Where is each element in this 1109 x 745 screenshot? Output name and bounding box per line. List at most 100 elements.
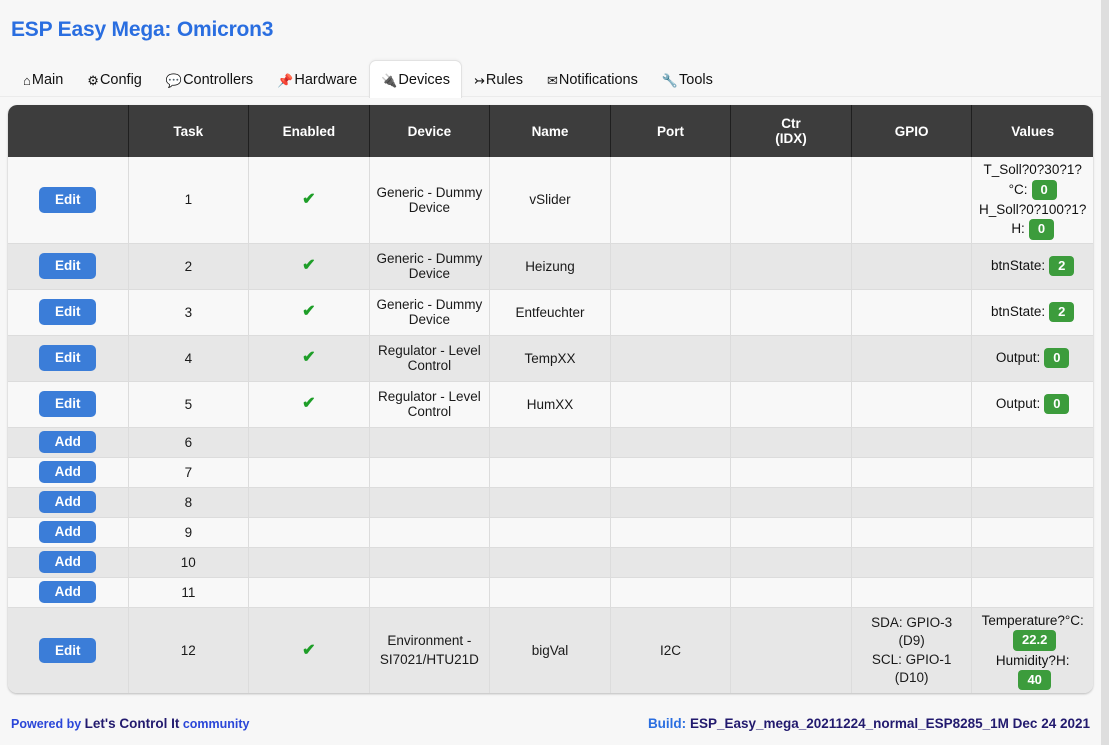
table-header-row: Task Enabled Device Name Port Ctr (IDX) … bbox=[8, 105, 1093, 158]
cell-enabled: ✔ bbox=[249, 607, 370, 694]
devices-table-head: Task Enabled Device Name Port Ctr (IDX) … bbox=[8, 105, 1093, 158]
table-row: Add 6 bbox=[8, 427, 1093, 458]
cell-ctr-idx bbox=[731, 289, 852, 336]
cell-enabled bbox=[249, 427, 370, 458]
cell-device bbox=[369, 577, 491, 608]
footer-build-value: ESP_Easy_mega_20211224_normal_ESP8285_1M… bbox=[689, 715, 1090, 731]
devices-table-body: Edit 1 ✔ Generic - Dummy Device vSlider T_Sol… bbox=[8, 157, 1093, 694]
cell-port bbox=[610, 289, 732, 336]
tab-label: Controllers bbox=[183, 72, 254, 89]
cell-name: HumXX bbox=[490, 381, 611, 428]
footer-brand-link[interactable]: Let's Control It bbox=[85, 716, 180, 731]
cell-device bbox=[369, 517, 491, 548]
add-task-button[interactable]: Add bbox=[39, 491, 97, 513]
cell-name bbox=[490, 427, 611, 458]
edit-task-button[interactable]: Edit bbox=[39, 391, 97, 417]
add-task-button[interactable]: Add bbox=[39, 551, 97, 573]
value-entry: Output: 0 bbox=[978, 348, 1087, 369]
table-row: Add 10 bbox=[8, 547, 1093, 578]
check-icon: ✔ bbox=[302, 190, 316, 208]
tab-notifications[interactable]: ✉ Notifications bbox=[535, 65, 650, 97]
home-icon: ⌂ bbox=[23, 72, 31, 88]
cell-gpio: SDA: GPIO-3 (D9) SCL: GPIO-1 (D10) bbox=[851, 607, 973, 694]
cell-action: Edit bbox=[8, 335, 129, 382]
cell-ctr-idx bbox=[731, 487, 852, 518]
edit-task-button[interactable]: Edit bbox=[39, 345, 97, 371]
tab-label: Rules bbox=[485, 72, 523, 89]
cell-name: Heizung bbox=[490, 243, 611, 290]
cell-device bbox=[369, 427, 491, 458]
cell-name: TempXX bbox=[490, 335, 611, 382]
col-header-ctr-line2: (IDX) bbox=[775, 131, 807, 147]
cell-enabled: ✔ bbox=[249, 243, 370, 290]
tab-label: Notifications bbox=[558, 72, 638, 89]
cell-port: I2C bbox=[610, 607, 732, 694]
cell-action: Edit bbox=[8, 157, 129, 244]
tab-controllers[interactable]: 💬 Controllers bbox=[154, 65, 265, 97]
cell-port bbox=[610, 335, 732, 382]
value-entry: H_Soll?0?100?1?H: 0 bbox=[978, 200, 1087, 240]
col-header-ctr-idx: Ctr (IDX) bbox=[731, 105, 852, 158]
speech-bubble-icon: 💬 bbox=[165, 72, 183, 88]
check-icon: ✔ bbox=[302, 395, 316, 413]
cell-values: Output: 0 bbox=[972, 381, 1093, 428]
cell-gpio-line1: SDA: GPIO-3 (D9) bbox=[871, 615, 953, 649]
edit-task-button[interactable]: Edit bbox=[39, 299, 97, 325]
cell-action: Edit bbox=[8, 243, 129, 290]
tab-label: Main bbox=[31, 72, 64, 89]
value-entry: Humidity?H: 40 bbox=[978, 651, 1087, 691]
check-icon: ✔ bbox=[302, 303, 316, 321]
add-task-button[interactable]: Add bbox=[39, 581, 97, 603]
table-row: Edit 2 ✔ Generic - Dummy Device Heizung btnSt… bbox=[8, 243, 1093, 290]
cell-task-number: 7 bbox=[128, 457, 250, 488]
cell-action: Add bbox=[8, 427, 129, 458]
cell-task-number: 6 bbox=[128, 427, 250, 458]
add-task-button[interactable]: Add bbox=[39, 521, 97, 543]
add-task-button[interactable]: Add bbox=[39, 431, 97, 453]
cell-ctr-idx bbox=[731, 607, 852, 694]
cell-task-number: 4 bbox=[128, 335, 250, 382]
cell-gpio bbox=[851, 427, 973, 458]
cell-port bbox=[610, 547, 732, 578]
tab-rules[interactable]: ↣ Rules bbox=[462, 65, 535, 97]
tab-hardware[interactable]: 📌 Hardware bbox=[265, 65, 369, 97]
cell-values: btnState: 2 bbox=[972, 243, 1093, 290]
edit-task-button[interactable]: Edit bbox=[39, 253, 97, 279]
value-label: Output: bbox=[995, 350, 1041, 366]
cell-port bbox=[610, 243, 732, 290]
cell-action: Edit bbox=[8, 381, 129, 428]
cell-gpio bbox=[851, 157, 973, 244]
check-icon: ✔ bbox=[302, 257, 316, 275]
tab-devices[interactable]: 🔌 Devices bbox=[369, 60, 462, 99]
cell-port bbox=[610, 517, 732, 548]
check-icon: ✔ bbox=[302, 641, 316, 659]
cell-name bbox=[490, 547, 611, 578]
cell-action: Add bbox=[8, 577, 129, 608]
tab-label: Tools bbox=[679, 72, 713, 89]
cell-ctr-idx bbox=[731, 577, 852, 608]
tab-main[interactable]: ⌂ Main bbox=[11, 65, 75, 97]
cell-device: Environment - SI7021/HTU21D bbox=[369, 607, 491, 694]
value-badge: 0 bbox=[1044, 348, 1070, 369]
cell-values: btnState: 2 bbox=[972, 289, 1093, 336]
cell-name bbox=[490, 457, 611, 488]
cell-gpio bbox=[851, 457, 973, 488]
cell-task-number: 8 bbox=[128, 487, 250, 518]
cell-values bbox=[972, 487, 1093, 518]
value-label: Output: bbox=[995, 396, 1041, 412]
value-entry: btnState: 2 bbox=[978, 256, 1087, 277]
footer-build: Build: ESP_Easy_mega_20211224_normal_ESP… bbox=[648, 716, 1090, 731]
cell-name: bigVal bbox=[490, 607, 611, 694]
add-task-button[interactable]: Add bbox=[39, 461, 97, 483]
tab-tools[interactable]: 🔧 Tools bbox=[650, 65, 725, 97]
cell-port bbox=[610, 427, 732, 458]
cell-ctr-idx bbox=[731, 547, 852, 578]
value-label: Temperature?°C: bbox=[981, 612, 1084, 628]
edit-task-button[interactable]: Edit bbox=[39, 187, 97, 213]
col-header-action bbox=[8, 105, 129, 158]
value-badge: 0 bbox=[1031, 179, 1057, 200]
cell-values bbox=[972, 547, 1093, 578]
tab-config[interactable]: ⚙ Config bbox=[75, 65, 154, 97]
edit-task-button[interactable]: Edit bbox=[39, 637, 97, 664]
value-badge: 2 bbox=[1049, 256, 1075, 277]
